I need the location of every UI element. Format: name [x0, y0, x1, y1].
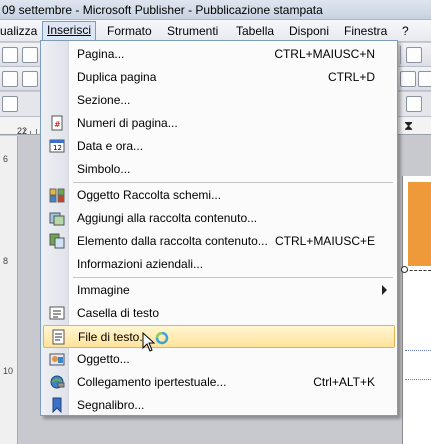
menu-item-text-box[interactable]: Casella di testo [43, 302, 395, 325]
ruler-number: 22 [17, 126, 28, 136]
ruler-tick [36, 129, 37, 134]
bookmark-icon [52, 397, 62, 413]
hyperlink-icon [50, 375, 65, 389]
menu-item-bookmark[interactable]: Segnalibro... [43, 394, 395, 417]
menu-item-design-gallery[interactable]: Oggetto Raccolta schemi... [43, 184, 395, 207]
menu-item-add-to-content-library[interactable]: Aggiungi alla raccolta contenuto... [43, 207, 395, 230]
font-icon[interactable] [22, 71, 38, 87]
print-preview-icon[interactable] [2, 47, 18, 63]
page-number-icon: # [51, 115, 63, 131]
orange-shape[interactable] [408, 182, 431, 266]
menu-bar: ualizza Inserisci Formato Strumenti Tabe… [0, 20, 431, 42]
menu-item-picture[interactable]: Immagine [43, 279, 395, 302]
underline-icon[interactable] [418, 71, 431, 87]
align-icon[interactable] [400, 71, 416, 87]
vruler-number: 6 [3, 154, 9, 164]
page-icon [49, 46, 65, 62]
toolbar-icon[interactable] [2, 96, 18, 112]
svg-text:#: # [54, 120, 61, 129]
add-content-library-icon [49, 212, 65, 226]
menu-separator [73, 182, 393, 183]
menu-item-symbol[interactable]: Simbolo... [43, 158, 395, 181]
insert-menu: Pagina... CTRL+MAIUSC+N Duplica pagina C… [40, 40, 398, 416]
menu-item-text-file[interactable]: File di testo... [43, 325, 395, 348]
ruler-tick [24, 129, 25, 134]
vruler-number: 8 [3, 256, 9, 266]
svg-text:12: 12 [53, 144, 62, 152]
toolbar-icon[interactable] [406, 96, 422, 112]
submenu-arrow-icon [382, 285, 387, 295]
menu-item-business-info[interactable]: Informazioni aziendali... [43, 253, 395, 276]
toolbar-icon[interactable] [406, 47, 422, 63]
busy-cursor-icon [142, 332, 169, 352]
menu-item-content-library-item[interactable]: Elemento dalla raccolta contenuto... CTR… [43, 230, 395, 253]
menu-item-duplicate-page[interactable]: Duplica pagina CTRL+D [43, 66, 395, 89]
menu-arrange[interactable]: Disponi [285, 22, 333, 40]
menu-item-section[interactable]: Sezione... [43, 89, 395, 112]
indent-marker-icon[interactable]: ⧗ [404, 118, 413, 134]
menu-view[interactable]: ualizza [0, 22, 41, 40]
vertical-ruler: 6 8 10 [0, 136, 18, 444]
menu-item-hyperlink[interactable]: Collegamento ipertestuale... Ctrl+ALT+K [43, 371, 395, 394]
margin-guides [405, 350, 431, 380]
spelling-icon[interactable] [22, 47, 38, 63]
menu-item-date-time[interactable]: 12 Data e ora... [43, 135, 395, 158]
design-gallery-icon [49, 188, 65, 203]
menu-window[interactable]: Finestra [340, 22, 391, 40]
date-time-icon: 12 [49, 139, 65, 153]
text-file-icon [52, 329, 65, 345]
title-bar: 09 settembre - Microsoft Publisher - Pub… [0, 0, 431, 20]
selection-handle[interactable] [401, 266, 408, 273]
style-icon[interactable] [2, 71, 18, 87]
window-title: 09 settembre - Microsoft Publisher - Pub… [2, 3, 323, 17]
menu-help[interactable]: ? [398, 22, 413, 40]
object-icon [49, 353, 65, 366]
menu-tools[interactable]: Strumenti [163, 22, 222, 40]
ruler-tick [30, 131, 31, 134]
menu-insert[interactable]: Inserisci [42, 21, 97, 42]
text-box-icon [49, 306, 65, 320]
menu-item-object[interactable]: Oggetto... [43, 348, 395, 371]
menu-item-page[interactable]: Pagina... CTRL+MAIUSC+N [43, 43, 395, 66]
menu-table[interactable]: Tabella [232, 22, 278, 40]
vruler-number: 10 [3, 366, 14, 376]
content-library-item-icon [49, 233, 65, 249]
guide-line [405, 270, 431, 271]
menu-separator [73, 277, 393, 278]
menu-format[interactable]: Formato [103, 22, 156, 40]
menu-item-page-numbers[interactable]: # Numeri di pagina... [43, 112, 395, 135]
toolbar-separator [400, 46, 401, 64]
